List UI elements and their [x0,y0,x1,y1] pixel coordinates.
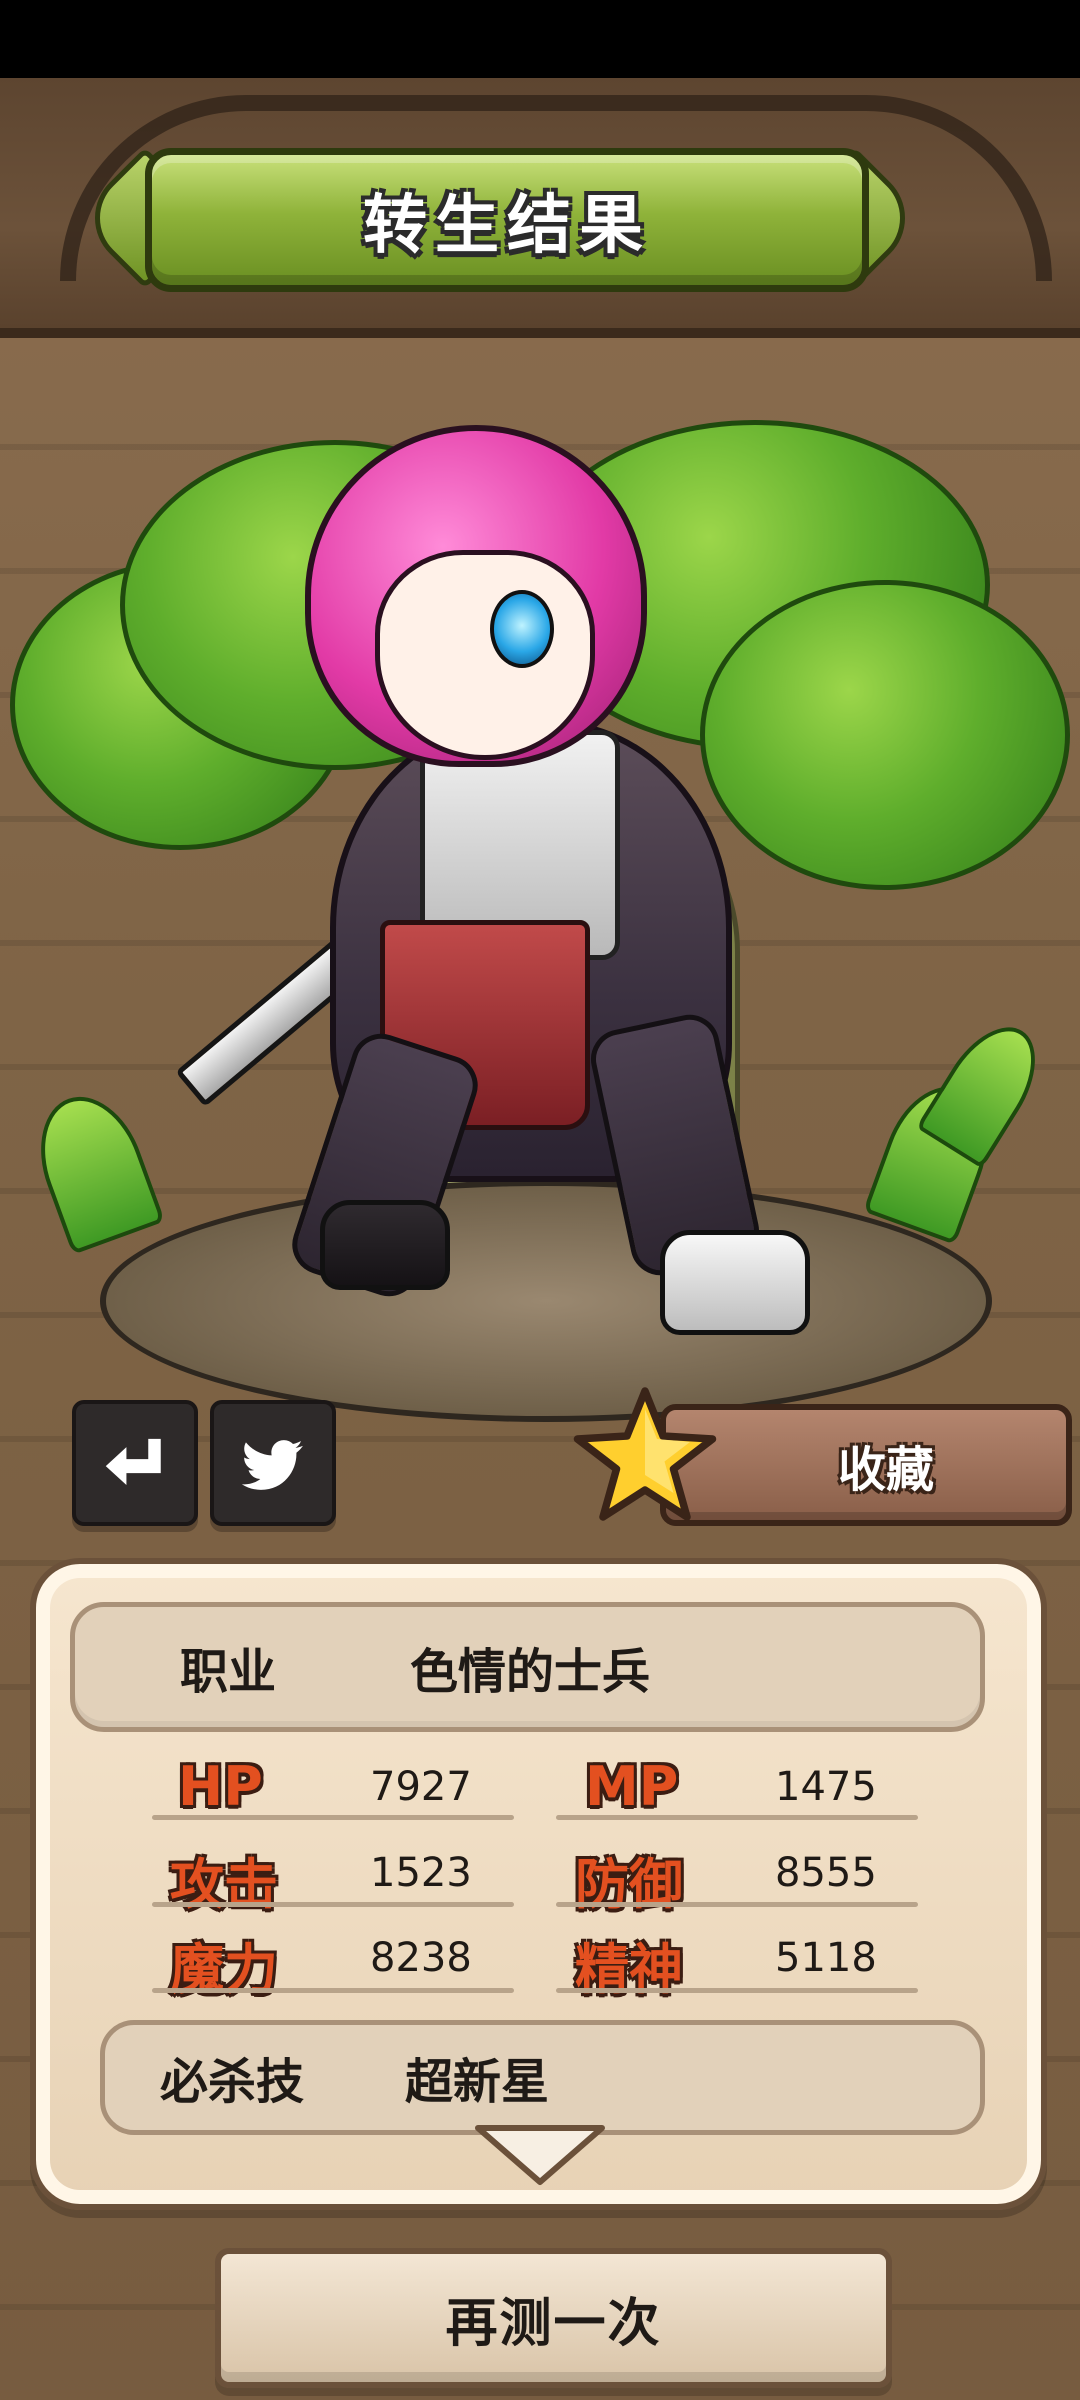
banner-plate: 转生结果 [145,148,869,292]
twitter-share-button[interactable] [210,1400,336,1526]
favorite-plank: 收藏 [660,1404,1072,1526]
title-banner: 转生结果 [74,147,926,292]
stat-label-mp: MP [585,1755,679,1818]
favorite-label: 收藏 [837,1442,934,1498]
stat-value-attack: 1523 [370,1850,472,1896]
favorite-button[interactable]: 收藏 [570,1382,1072,1532]
stat-label-attack: 攻击 [170,1853,278,1916]
stat-value-spirit: 5118 [775,1935,877,1981]
stat-value-mp: 1475 [775,1764,877,1810]
share-arrow-icon [105,1438,161,1486]
character-boot [660,1230,810,1335]
twitter-bird-icon [241,1440,303,1490]
tree-crown [700,580,1070,890]
stat-divider [152,1988,514,1993]
stat-divider [152,1902,514,1907]
stat-divider [556,1988,918,1993]
stat-value-hp: 7927 [370,1764,472,1810]
share-button[interactable] [72,1400,198,1526]
skill-value: 超新星 [405,2054,550,2110]
stat-value-magic: 8238 [370,1935,472,1981]
stat-label-defense: 防御 [575,1853,683,1916]
job-label: 职业 [180,1644,277,1700]
star-icon [573,1387,717,1521]
character-illustration [0,400,1080,1422]
retry-button[interactable]: 再测一次 [215,2248,892,2388]
grass-tuft [22,1082,166,1255]
stat-divider [556,1902,918,1907]
stat-value-defense: 8555 [775,1850,877,1896]
stat-divider [152,1815,514,1820]
chevron-down-icon[interactable] [470,2120,610,2190]
page-title: 转生结果 [363,189,651,263]
stat-divider [556,1815,918,1820]
skill-label: 必杀技 [160,2054,305,2110]
status-bar [0,0,1080,78]
character-boot [320,1200,450,1290]
character-eye [490,590,554,668]
stat-label-hp: HP [178,1755,263,1818]
character-face [375,550,595,760]
retry-label: 再测一次 [445,2293,662,2354]
job-value: 色情的士兵 [410,1644,651,1700]
